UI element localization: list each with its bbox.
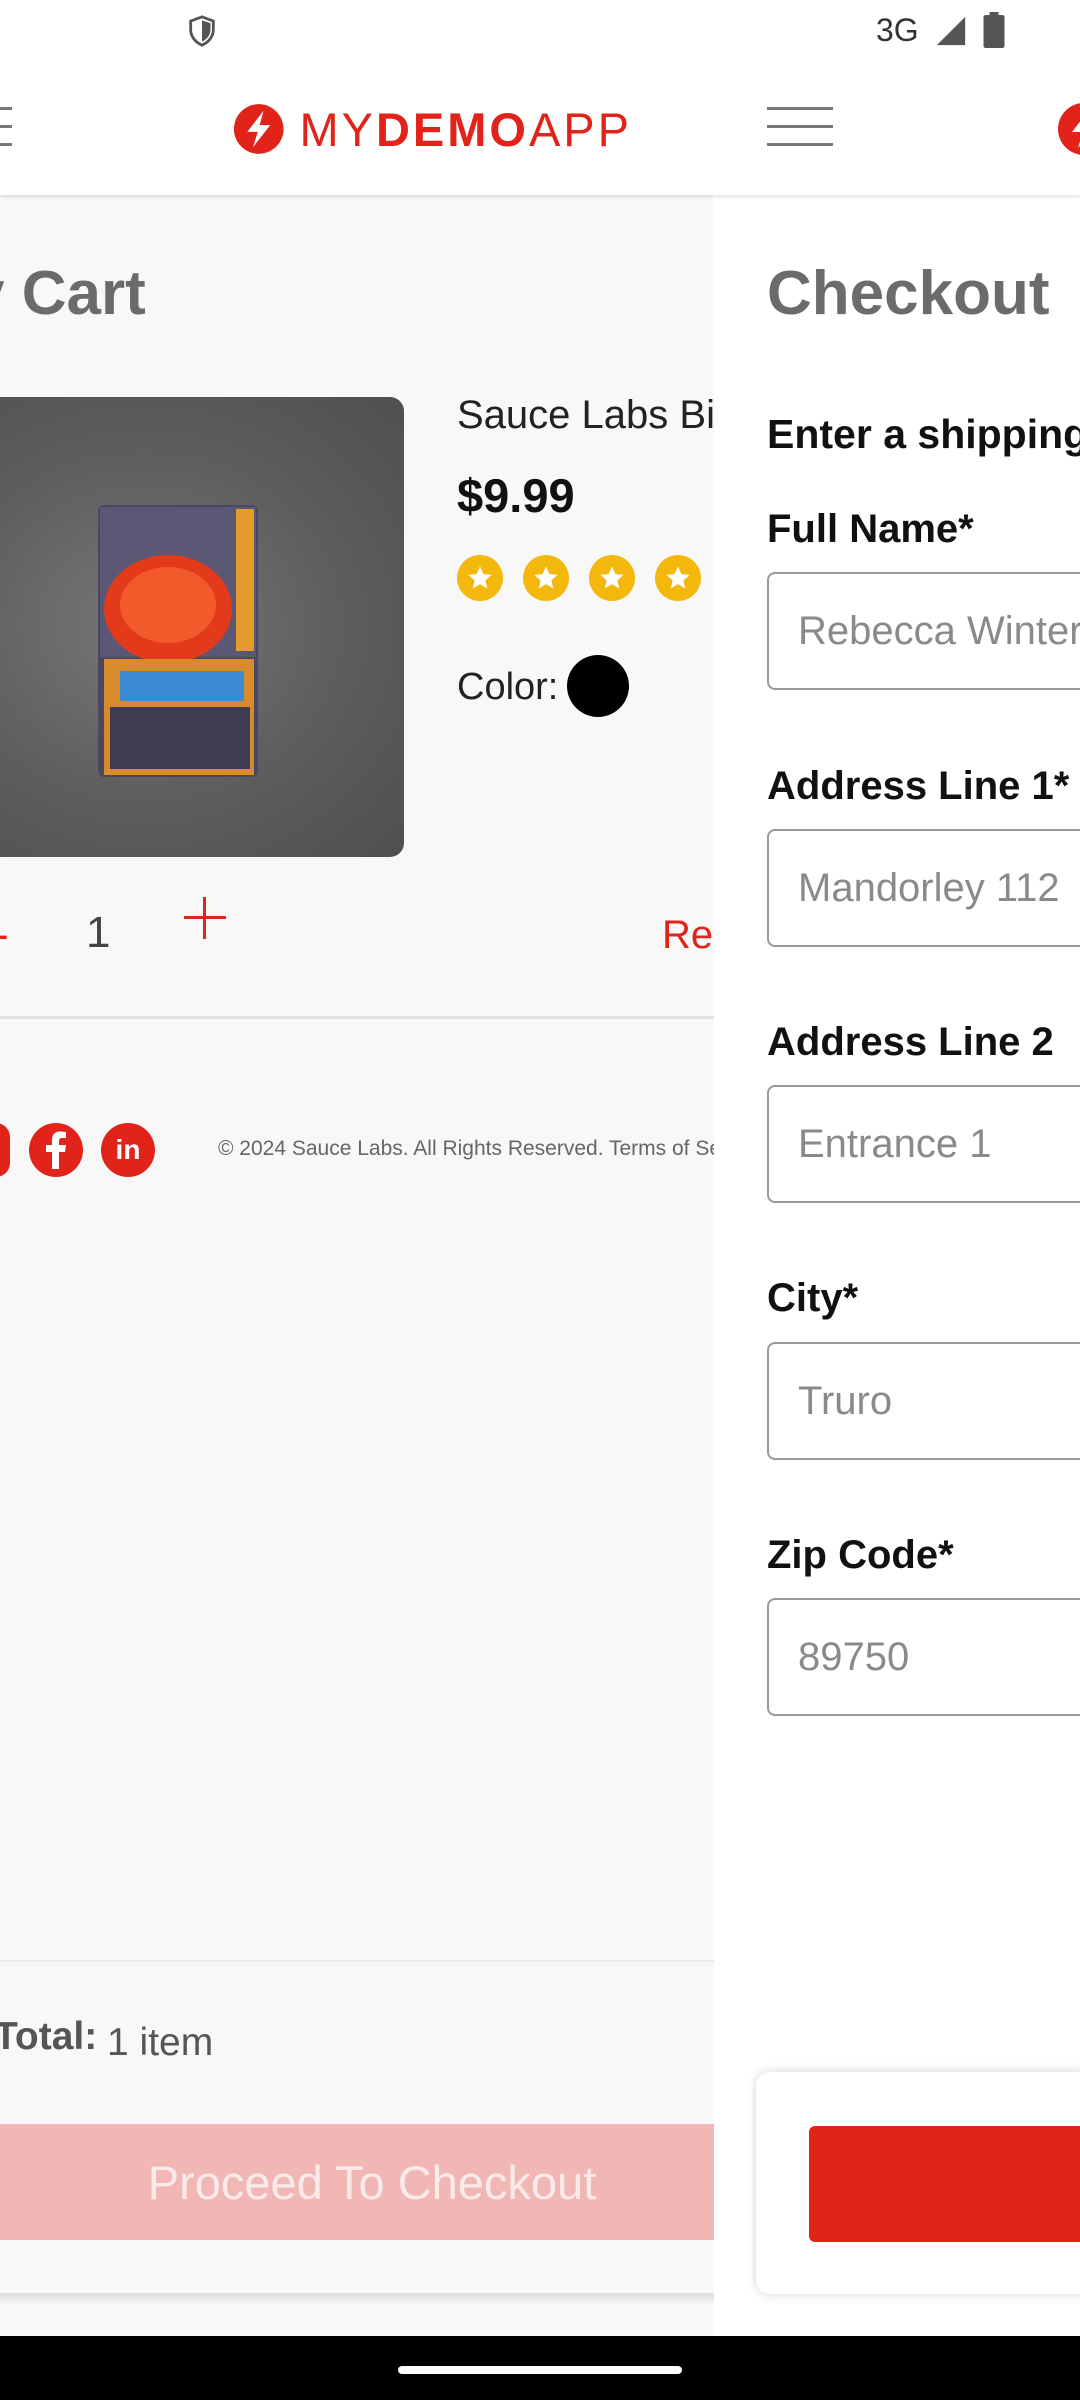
proceed-to-checkout-button[interactable]: Proceed To Checkout (0, 2124, 714, 2240)
bike-light-image (98, 505, 258, 777)
cart-header: MYDEMOAPP (0, 63, 714, 195)
city-label: City* (767, 1276, 859, 1320)
star-icon[interactable] (523, 555, 569, 601)
quantity-decrease-button[interactable]: - (0, 910, 9, 960)
address-line2-input[interactable] (767, 1085, 1080, 1203)
address-line1-label: Address Line 1* (767, 764, 1070, 808)
zip-code-label: Zip Code* (767, 1533, 954, 1577)
star-icon[interactable] (589, 555, 635, 601)
quantity-value: 1 (86, 908, 111, 957)
product-price: $9.99 (457, 469, 575, 522)
star-icon[interactable] (655, 555, 701, 601)
logo-text: MYDEMOAPP (299, 102, 632, 156)
app-logo: MYDEMOAPP (232, 99, 632, 159)
product-name[interactable]: Sauce Labs Bi (457, 393, 714, 438)
menu-icon[interactable] (767, 105, 833, 149)
signal-icon (936, 16, 966, 46)
product-rating (457, 555, 701, 601)
home-gesture-handle[interactable] (398, 2366, 682, 2374)
logo-bolt-icon (1058, 103, 1080, 155)
menu-icon[interactable] (0, 103, 12, 151)
address-line1-input[interactable] (767, 829, 1080, 947)
to-payment-button[interactable] (809, 2126, 1080, 2242)
zip-code-input[interactable] (767, 1598, 1080, 1716)
facebook-icon[interactable] (29, 1123, 83, 1177)
battery-icon (983, 12, 1005, 48)
total-label: Total: (0, 2015, 98, 2058)
status-bar: 3G (0, 0, 1080, 63)
quantity-increase-button[interactable] (180, 893, 230, 943)
total-items-count: 1 item (107, 2021, 214, 2064)
shield-icon (189, 15, 215, 47)
full-name-input[interactable] (767, 572, 1080, 690)
color-swatch (567, 655, 629, 717)
network-type: 3G (876, 12, 919, 48)
twitter-icon[interactable] (0, 1123, 10, 1177)
city-input[interactable] (767, 1342, 1080, 1460)
full-name-label: Full Name* (767, 507, 974, 551)
logo-bolt-icon (233, 104, 284, 154)
page-title: y Cart (0, 259, 146, 328)
remove-item-link[interactable]: Re (662, 913, 713, 958)
address-line2-label: Address Line 2 (767, 1020, 1054, 1064)
copyright-text: © 2024 Sauce Labs. All Rights Reserved. … (218, 1137, 714, 1160)
star-icon[interactable] (457, 555, 503, 601)
page-title: Checkout (767, 259, 1050, 328)
bottom-shadow (0, 2293, 714, 2305)
linkedin-icon[interactable]: in (101, 1123, 155, 1177)
section-subtitle: Enter a shipping (767, 411, 1080, 457)
checkout-screen: Checkout Enter a shipping Full Name* Add… (714, 63, 1080, 2336)
cart-screen: MYDEMOAPP y Cart Sauce Labs Bi $9.99 (0, 63, 714, 2336)
color-label: Color: (457, 666, 559, 708)
product-image[interactable] (0, 397, 404, 857)
divider (0, 1960, 714, 1962)
checkout-header (714, 63, 1080, 195)
divider (0, 1016, 714, 1019)
